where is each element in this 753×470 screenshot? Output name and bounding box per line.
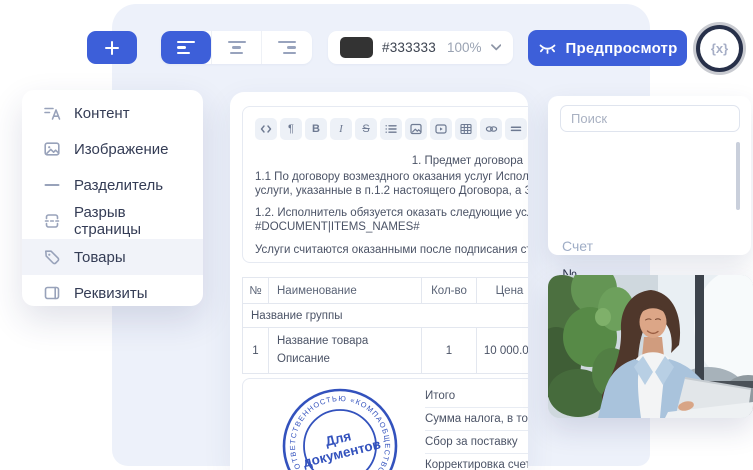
- divider-icon: [43, 176, 61, 194]
- menu-item-page-break[interactable]: Разрыв страницы: [22, 203, 203, 239]
- col-name: Наименование: [269, 278, 422, 304]
- align-justify-icon[interactable]: [505, 118, 527, 140]
- table-row[interactable]: 1 Название товара Описание 1 10 000.00: [243, 328, 529, 374]
- item-price: 10 000.00: [477, 328, 529, 374]
- item-description: Описание: [277, 351, 413, 368]
- products-table[interactable]: № Наименование Кол-во Цена Название груп…: [242, 277, 528, 374]
- align-center-button[interactable]: [211, 31, 262, 64]
- app-canvas: #333333 100% Предпросмотр {x} Контент: [0, 0, 753, 470]
- variables-badge-label: {x}: [700, 29, 739, 68]
- group-name: Название группы: [243, 304, 529, 328]
- align-center-icon: [228, 41, 246, 55]
- bold-icon[interactable]: B: [305, 118, 327, 140]
- company-stamp: ОБЩЕСТВО С ОГРАНИЧЕННОЙ ОТВЕТСТВЕННОСТЬЮ…: [265, 371, 415, 470]
- contract-paragraph: 1.2. Исполнитель обязуется оказать следу…: [255, 207, 528, 219]
- col-number: №: [243, 278, 269, 304]
- search-input[interactable]: [560, 105, 740, 132]
- text-icon: [43, 104, 61, 122]
- document-footer-block[interactable]: ОБЩЕСТВО С ОГРАНИЧЕННОЙ ОТВЕТСТВЕННОСТЬЮ…: [242, 378, 528, 470]
- total-row: Сумма налога, в том числе: [425, 408, 528, 431]
- contract-section-title: 1. Предмет договора: [255, 155, 523, 167]
- menu-item-label: Контент: [74, 105, 130, 122]
- insert-table-icon[interactable]: [455, 118, 477, 140]
- align-right-icon: [278, 41, 296, 55]
- tag-icon: [43, 248, 61, 266]
- menu-item-label: Разрыв страницы: [74, 204, 193, 238]
- plus-icon: [105, 41, 119, 55]
- totals-list: Итого Сумма налога, в том числе Сбор за …: [425, 385, 528, 470]
- add-block-button[interactable]: [87, 31, 137, 64]
- menu-item-products[interactable]: Товары: [22, 239, 203, 275]
- photo-woman-laptop: [548, 275, 753, 418]
- table-header-row: № Наименование Кол-во Цена: [243, 278, 529, 304]
- link-icon[interactable]: [480, 118, 502, 140]
- contract-paragraph: Услуги считаются оказанными после подпис…: [255, 244, 528, 256]
- insert-image-icon[interactable]: [405, 118, 427, 140]
- code-icon[interactable]: [255, 118, 277, 140]
- align-right-button[interactable]: [261, 31, 312, 64]
- fields-panel: Счет № Номер счета Дата счета: [548, 96, 751, 255]
- image-icon: [43, 140, 61, 158]
- contract-paragraph: услуги, указанные в п.1.2 настоящего Дог…: [255, 185, 528, 197]
- contract-variable-placeholder: #DOCUMENT|ITEMS_NAMES#: [255, 221, 420, 233]
- item-qty: 1: [422, 328, 477, 374]
- table-group-row[interactable]: Название группы: [243, 304, 529, 328]
- menu-item-label: Реквизиты: [74, 285, 148, 302]
- opacity-value: 100%: [447, 40, 482, 55]
- col-qty: Кол-во: [422, 278, 477, 304]
- chevron-down-icon: [491, 44, 502, 51]
- menu-item-label: Изображение: [74, 141, 169, 158]
- insert-video-icon[interactable]: [430, 118, 452, 140]
- menu-item-divider[interactable]: Разделитель: [22, 167, 203, 203]
- document-preview-card: ¶ B I S: [230, 92, 528, 470]
- menu-item-label: Разделитель: [74, 177, 163, 194]
- item-number: 1: [243, 328, 269, 374]
- total-row: Итого: [425, 385, 528, 408]
- preview-button-label: Предпросмотр: [566, 40, 678, 57]
- preview-button[interactable]: Предпросмотр: [528, 30, 687, 66]
- color-picker-control[interactable]: #333333 100%: [328, 31, 513, 64]
- contract-paragraph: 1.1 По договору возмездного оказания усл…: [255, 171, 528, 183]
- item-name-cell: Название товара Описание: [269, 328, 422, 374]
- field-group-label: Счет: [562, 238, 593, 254]
- menu-item-image[interactable]: Изображение: [22, 131, 203, 167]
- menu-item-label: Товары: [74, 249, 126, 266]
- align-left-icon: [177, 41, 195, 55]
- paragraph-icon[interactable]: ¶: [280, 118, 302, 140]
- alignment-button-group: [161, 31, 312, 64]
- total-row: Сбор за поставку: [425, 431, 528, 454]
- variables-badge-button[interactable]: {x}: [696, 25, 743, 72]
- total-row: Корректировка счета: [425, 454, 528, 470]
- color-hex-value: #333333: [382, 40, 436, 55]
- photo-illustration: [548, 275, 753, 418]
- italic-icon[interactable]: I: [330, 118, 352, 140]
- align-left-button[interactable]: [161, 31, 211, 64]
- rich-text-toolbar: ¶ B I S: [255, 118, 528, 140]
- col-price: Цена: [477, 278, 529, 304]
- document-text-block[interactable]: ¶ B I S: [242, 106, 528, 263]
- card-icon: [43, 284, 61, 302]
- color-swatch[interactable]: [340, 37, 373, 58]
- page-break-icon: [43, 212, 61, 230]
- menu-item-content[interactable]: Контент: [22, 95, 203, 131]
- eye-closed-icon: [538, 41, 557, 55]
- insert-block-menu: Контент Изображение Разделитель: [22, 90, 203, 306]
- fields-scrollbar[interactable]: [736, 142, 740, 210]
- list-icon[interactable]: [380, 118, 402, 140]
- menu-item-requisites[interactable]: Реквизиты: [22, 275, 203, 311]
- item-name: Название товара: [277, 333, 413, 350]
- strikethrough-icon[interactable]: S: [355, 118, 377, 140]
